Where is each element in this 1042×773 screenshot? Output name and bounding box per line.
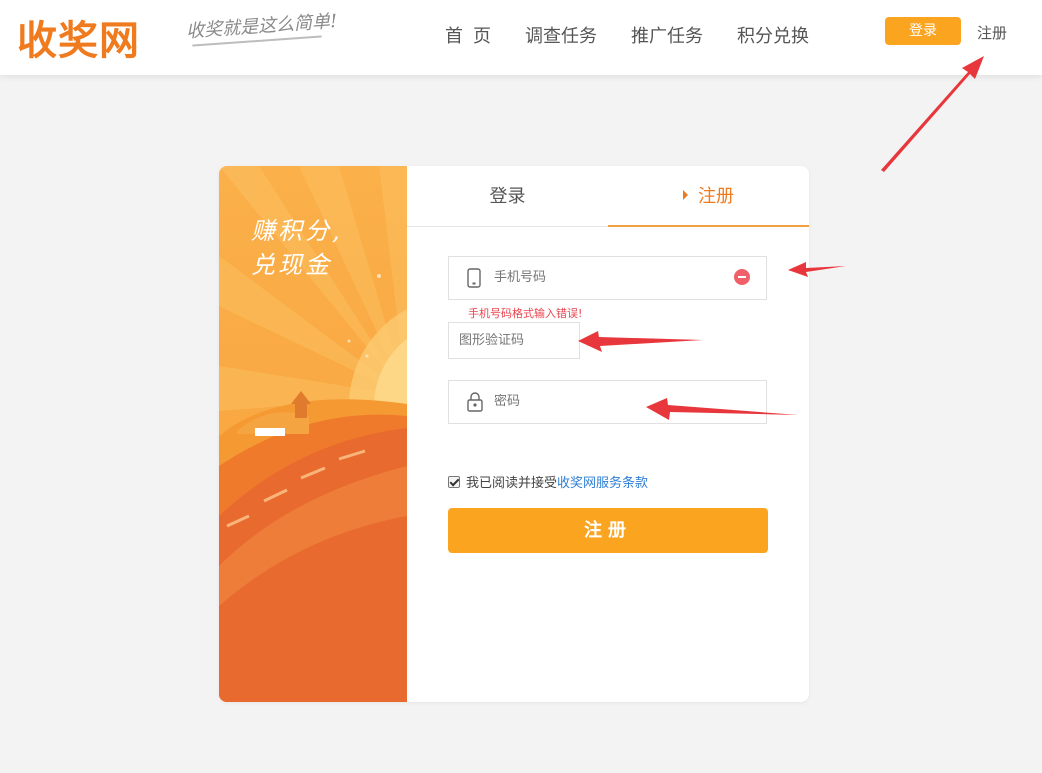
promo-slogan-line-1: 赚积分,: [251, 217, 343, 245]
main-nav: 首页 调查任务 推广任务 积分兑换: [445, 22, 843, 48]
tab-register-label: 注册: [698, 186, 734, 207]
agree-label: 我已阅读并接受: [466, 476, 558, 491]
phone-icon: [467, 268, 481, 292]
nav-item-survey-tasks[interactable]: 调查任务: [525, 22, 597, 48]
tab-login[interactable]: 登录: [407, 166, 608, 227]
site-logo[interactable]: 收奖网: [17, 8, 140, 66]
promo-illustration: 赚积分, 兑现金: [219, 166, 407, 702]
register-submit-button[interactable]: 注册: [448, 508, 768, 553]
auth-tabs: 登录 注册: [407, 166, 809, 227]
captcha-field: [448, 322, 580, 359]
nav-item-promo-tasks[interactable]: 推广任务: [631, 22, 703, 48]
register-card: 赚积分, 兑现金 登录 注册 手机号码格式输入错误! 我已阅读并接受收奖网服务条…: [219, 166, 809, 702]
terms-link[interactable]: 收奖网服务条款: [557, 472, 648, 491]
header-register-link[interactable]: 注册: [977, 22, 1007, 43]
lock-icon: [467, 392, 483, 416]
terms-agreement: 我已阅读并接受 收奖网服务条款: [448, 472, 648, 491]
password-field: [448, 380, 767, 424]
nav-item-home[interactable]: 首页: [445, 22, 501, 48]
clear-input-icon[interactable]: [734, 269, 750, 285]
phone-field: [448, 256, 767, 300]
top-header: 收奖网 收奖就是这么简单! 首页 调查任务 推广任务 积分兑换 登录 注册: [0, 0, 1042, 75]
phone-input[interactable]: [494, 270, 724, 285]
captcha-input[interactable]: [459, 333, 574, 348]
active-tab-indicator-icon: [683, 190, 688, 200]
phone-error-message: 手机号码格式输入错误!: [468, 307, 583, 320]
promo-slogan: 赚积分, 兑现金: [251, 214, 343, 282]
tab-register[interactable]: 注册: [608, 166, 809, 227]
agree-checkbox[interactable]: [448, 475, 460, 488]
promo-slogan-line-2: 兑现金: [251, 251, 332, 279]
password-input[interactable]: [494, 394, 724, 409]
header-login-button[interactable]: 登录: [885, 17, 961, 45]
nav-item-points-exchange[interactable]: 积分兑换: [737, 22, 809, 48]
